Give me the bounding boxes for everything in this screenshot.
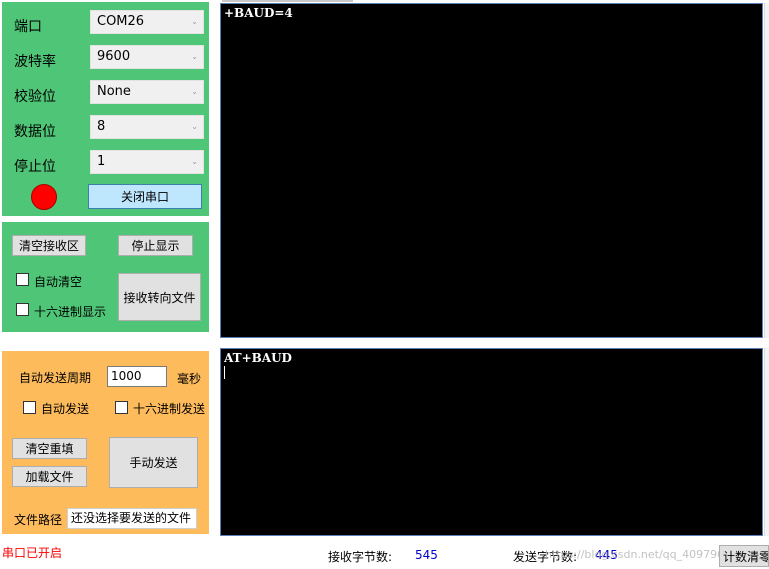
port-status-led bbox=[31, 184, 57, 210]
chevron-down-icon: ⌄ bbox=[191, 52, 198, 61]
data-bits-label: 数据位 bbox=[14, 124, 56, 140]
file-path-label: 文件路径 bbox=[14, 513, 63, 527]
parity-select-value: None bbox=[97, 84, 131, 99]
reset-count-button[interactable]: 计数清零 bbox=[719, 545, 769, 567]
redirect-to-file-button[interactable]: 接收转向文件 bbox=[118, 273, 201, 321]
port-label: 端口 bbox=[14, 19, 42, 35]
receive-controls-panel: 清空接收区 停止显示 自动清空 十六进制显示 接收转向文件 bbox=[2, 222, 209, 332]
port-select-value: COM26 bbox=[97, 14, 145, 29]
chevron-down-icon: ⌄ bbox=[191, 87, 198, 96]
hex-display-label: 十六进制显示 bbox=[34, 305, 107, 319]
stop-bits-select[interactable]: 1 ⌄ bbox=[90, 150, 204, 174]
stop-bits-label: 停止位 bbox=[14, 159, 56, 175]
recv-bytes-value: 545 bbox=[415, 548, 438, 562]
chevron-down-icon: ⌄ bbox=[191, 122, 198, 131]
hex-send-label: 十六进制发送 bbox=[133, 402, 206, 416]
top-tab-edge bbox=[222, 0, 353, 2]
chevron-down-icon: ⌄ bbox=[191, 157, 198, 166]
auto-clear-label: 自动清空 bbox=[34, 275, 83, 289]
auto-send-label: 自动发送 bbox=[41, 402, 90, 416]
send-controls-panel: 自动发送周期 1000 毫秒 自动发送 十六进制发送 清空重填 加载文件 手动发… bbox=[2, 351, 209, 534]
hex-display-checkbox[interactable] bbox=[16, 303, 29, 316]
clear-receive-button[interactable]: 清空接收区 bbox=[12, 235, 86, 256]
receive-scrollbar[interactable] bbox=[764, 3, 769, 338]
load-file-button[interactable]: 加载文件 bbox=[12, 466, 87, 487]
serial-config-panel: 端口 COM26 ⌄ 波特率 9600 ⌄ 校验位 None ⌄ 数据位 8 ⌄… bbox=[2, 2, 209, 216]
send-scrollbar[interactable] bbox=[764, 348, 769, 536]
parity-select[interactable]: None ⌄ bbox=[90, 80, 204, 104]
hex-send-checkbox[interactable] bbox=[115, 401, 128, 414]
text-caret bbox=[224, 366, 225, 379]
baud-select[interactable]: 9600 ⌄ bbox=[90, 45, 204, 69]
watermark-text: https://blog.csdn.net/qq_40979001 bbox=[545, 548, 720, 561]
port-select[interactable]: COM26 ⌄ bbox=[90, 10, 204, 34]
port-status-text: 串口已开启 bbox=[2, 546, 63, 560]
reset-count-label: 计数清零 bbox=[723, 549, 769, 564]
close-port-button[interactable]: 关闭串口 bbox=[88, 184, 202, 209]
chevron-down-icon: ⌄ bbox=[191, 17, 198, 26]
period-input[interactable]: 1000 bbox=[107, 366, 167, 387]
data-bits-select[interactable]: 8 ⌄ bbox=[90, 115, 204, 139]
data-bits-select-value: 8 bbox=[97, 119, 106, 134]
period-label: 自动发送周期 bbox=[19, 371, 92, 385]
stop-display-button[interactable]: 停止显示 bbox=[118, 235, 193, 256]
clear-refill-button[interactable]: 清空重填 bbox=[12, 438, 87, 459]
auto-clear-checkbox[interactable] bbox=[16, 273, 29, 286]
file-path-input[interactable]: 还没选择要发送的文件 bbox=[67, 508, 197, 529]
period-unit-label: 毫秒 bbox=[177, 372, 202, 386]
recv-bytes-label: 接收字节数: bbox=[328, 550, 393, 564]
baud-select-value: 9600 bbox=[97, 49, 131, 64]
manual-send-button[interactable]: 手动发送 bbox=[109, 437, 198, 488]
auto-send-checkbox[interactable] bbox=[23, 401, 36, 414]
baud-label: 波特率 bbox=[14, 54, 56, 70]
receive-terminal[interactable]: +BAUD=4 bbox=[220, 3, 763, 338]
stop-bits-select-value: 1 bbox=[97, 154, 106, 169]
send-text: AT+BAUD bbox=[224, 351, 292, 365]
parity-label: 校验位 bbox=[14, 89, 56, 105]
send-terminal[interactable]: AT+BAUD bbox=[220, 348, 763, 536]
receive-text: +BAUD=4 bbox=[224, 6, 293, 20]
